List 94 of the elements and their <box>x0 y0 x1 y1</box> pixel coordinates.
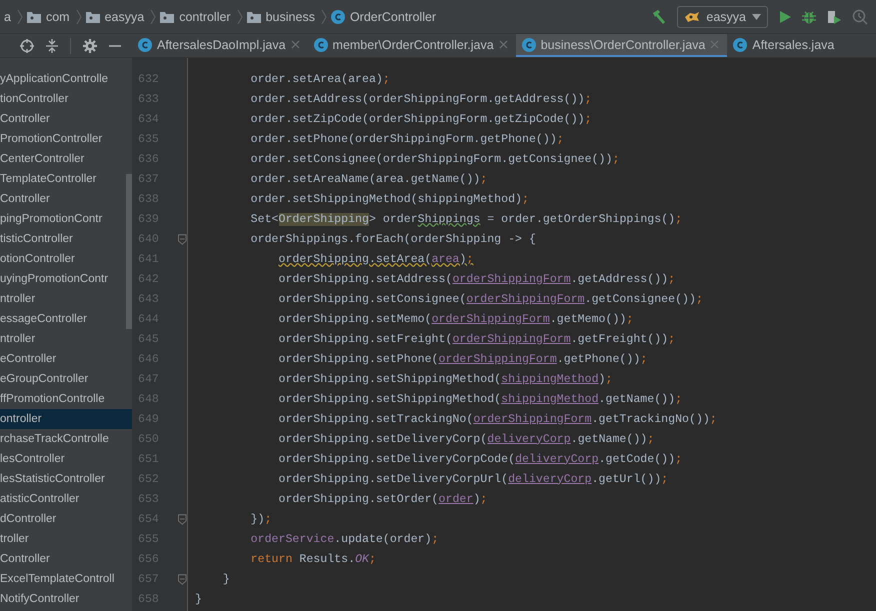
project-tree-item[interactable]: lesController <box>0 449 124 469</box>
code-line: orderShipping.setOrder(order); <box>278 492 488 506</box>
project-tree-item[interactable]: dController <box>0 509 124 529</box>
project-tree-item[interactable]: Controller <box>0 109 124 129</box>
project-tree-item[interactable]: tisticController <box>0 229 124 249</box>
code-line: orderService.update(order); <box>250 532 439 546</box>
code-line: }); <box>250 512 272 526</box>
code-line: Set<OrderShipping> orderShippings = order.getOrderShippings(); <box>250 212 682 226</box>
code-line: order.setShippingMethod(shippingMethod); <box>250 192 529 206</box>
project-tree-item[interactable]: eController <box>0 349 124 369</box>
code-line: order.setArea(area); <box>250 72 390 86</box>
editor-tab[interactable]: AftersalesDaoImpl.java <box>132 34 308 57</box>
project-tree-item[interactable]: Controller <box>0 189 124 209</box>
class-icon <box>330 10 345 24</box>
editor-tab[interactable]: business\OrderController.java <box>516 34 728 57</box>
code-line: order.setPhone(orderShippingForm.getPhone()); <box>250 132 564 146</box>
run-configuration-dropdown[interactable]: easyya <box>677 6 768 28</box>
breadcrumb[interactable]: OrderController <box>350 10 436 24</box>
chevron-icon <box>320 10 327 24</box>
class-icon <box>733 38 748 52</box>
code-line: orderShipping.setAddress(orderShippingForm.getAddress()); <box>278 272 676 286</box>
code-line: orderShipping.setConsignee(orderShippingForm.getConsignee()); <box>278 292 703 306</box>
project-tree-item[interactable]: PromotionController <box>0 129 124 149</box>
code-line: orderShipping.setDeliveryCorp(deliveryCorp.getName()); <box>278 432 654 446</box>
code-line: orderShipping.setDeliveryCorpUrl(deliveryCorp.getUrl()); <box>278 472 668 486</box>
code-line: order.setZipCode(orderShippingForm.getZipCode()); <box>250 112 592 126</box>
run-icon[interactable] <box>778 10 792 24</box>
code-line: orderShipping.setShippingMethod(shippingMethod); <box>278 372 612 386</box>
project-tree-item[interactable]: ExcelTemplateControll <box>0 569 124 589</box>
project-tree-item[interactable]: NotifyController <box>0 589 124 609</box>
code-line: orderShipping.setShippingMethod(shippingMethod.getName()); <box>278 392 682 406</box>
code-line: orderShipping.setFreight(orderShippingForm.getFreight()); <box>278 332 676 346</box>
code-line: order.setAreaName(area.getName()); <box>250 172 488 186</box>
breadcrumb[interactable]: com <box>46 10 70 24</box>
project-tree-item[interactable]: yApplicationControlle <box>0 69 124 89</box>
code-line: orderShippings.forEach(orderShipping -> { <box>250 232 536 246</box>
fold-marker-icon[interactable] <box>178 574 187 584</box>
breadcrumb[interactable]: controller <box>179 10 231 24</box>
project-tree-item[interactable]: tionController <box>0 89 124 109</box>
breadcrumb[interactable]: business <box>266 10 315 24</box>
breadcrumb[interactable]: a <box>4 10 11 24</box>
chevron-icon <box>236 10 243 24</box>
project-tree-item[interactable]: essageController <box>0 309 124 329</box>
code-line: orderShipping.setDeliveryCorpCode(deliveryCorp.getCode()); <box>278 452 682 466</box>
project-tree-item[interactable]: uyingPromotionContr <box>0 269 124 289</box>
code-line: orderShipping.setMemo(orderShippingForm.getMemo()); <box>278 312 634 326</box>
chevron-icon <box>16 10 23 24</box>
editor-tab[interactable]: member\OrderController.java <box>308 34 516 57</box>
chevron-icon <box>150 10 156 24</box>
hammer-icon[interactable] <box>651 8 668 24</box>
folder-icon <box>26 10 41 22</box>
folder-icon <box>86 10 100 22</box>
chevron-icon <box>76 10 82 24</box>
code-line: orderShipping.setTrackingNo(orderShippingForm.getTrackingNo()); <box>278 412 717 426</box>
fold-marker-icon[interactable] <box>178 234 187 244</box>
project-tree-item[interactable]: atisticController <box>0 489 124 509</box>
settings-icon[interactable] <box>83 38 97 52</box>
profiler-icon[interactable] <box>852 8 868 24</box>
project-tree-item[interactable]: ntroller <box>0 289 124 309</box>
collapse-icon[interactable] <box>46 38 58 52</box>
editor-tab[interactable]: Aftersales.java <box>727 34 842 57</box>
scrollbar-thumb[interactable] <box>126 174 132 329</box>
project-tree-item[interactable]: troller <box>0 529 124 549</box>
project-tree-item[interactable]: otionController <box>0 249 124 269</box>
project-tree-item[interactable]: CenterController <box>0 149 124 169</box>
caret-icon <box>752 14 761 20</box>
class-icon <box>314 38 328 52</box>
bug-icon[interactable] <box>802 10 816 24</box>
code-line: orderShipping.setPhone(orderShippingForm.getPhone()); <box>278 352 648 366</box>
code-line: order.setConsignee(orderShippingForm.getConsignee()); <box>250 152 620 166</box>
project-tree-item[interactable]: Controller <box>0 549 124 569</box>
project-tree-item[interactable]: ffPromotionControlle <box>0 389 124 409</box>
coverage-icon[interactable] <box>826 8 842 24</box>
project-tree-item[interactable]: TemplateController <box>0 169 124 189</box>
fold-marker-icon[interactable] <box>178 514 187 524</box>
breadcrumb[interactable]: easyya <box>104 10 144 24</box>
code-line: order.setAddress(orderShippingForm.getAddress()); <box>250 92 592 106</box>
code-line: } <box>194 592 202 606</box>
close-icon[interactable] <box>290 40 300 49</box>
class-icon <box>522 38 536 52</box>
project-tree-item[interactable]: rchaseTrackControlle <box>0 429 124 449</box>
code-line: } <box>222 572 230 586</box>
project-tree-item[interactable]: lesStatisticController <box>0 469 124 489</box>
project-tree-item[interactable]: eGroupController <box>0 369 124 389</box>
project-tree-item[interactable]: ontroller <box>0 409 132 429</box>
close-icon[interactable] <box>498 40 508 49</box>
crosshair-icon[interactable] <box>20 38 34 52</box>
project-tree-item[interactable]: ntroller <box>0 329 124 349</box>
class-icon <box>138 38 152 52</box>
project-tree-item[interactable]: pingPromotionContr <box>0 209 124 229</box>
folder-icon <box>160 10 174 22</box>
code-line: orderShipping.setArea(area); <box>278 252 474 266</box>
code-line: return Results.OK; <box>250 552 376 566</box>
folder-icon <box>246 10 261 22</box>
